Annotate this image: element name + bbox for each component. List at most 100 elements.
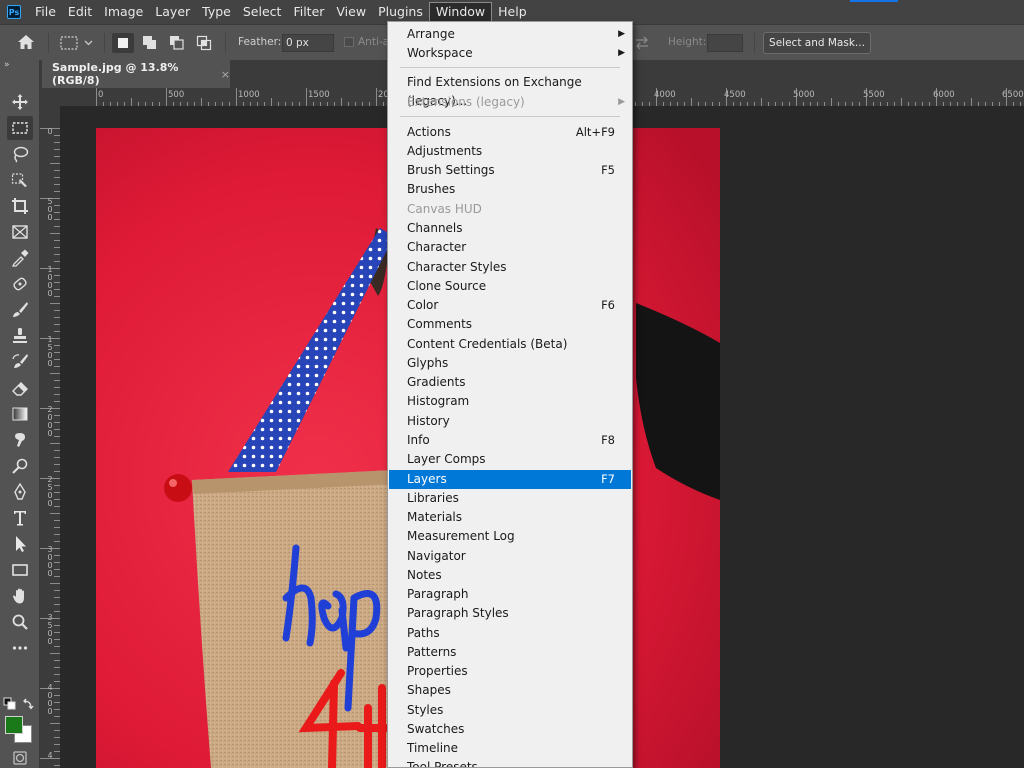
menu-item-content-credentials[interactable]: Content Credentials (Beta) (389, 335, 631, 354)
menu-item-history[interactable]: History (389, 412, 631, 431)
lasso-tool-icon[interactable] (7, 142, 33, 166)
menu-item-glyphs[interactable]: Glyphs (389, 354, 631, 373)
home-icon[interactable] (16, 33, 40, 53)
menu-item-notes[interactable]: Notes (389, 566, 631, 585)
brush-tool-icon[interactable] (7, 298, 33, 322)
frame-tool-icon[interactable] (7, 220, 33, 244)
menu-item-actions[interactable]: Actions Alt+F9 (389, 123, 631, 142)
subtract-from-selection-icon[interactable] (166, 33, 188, 53)
menu-item-color[interactable]: Color F6 (389, 296, 631, 315)
menu-item-arrange[interactable]: Arrange ▶ (389, 25, 631, 44)
menu-item-shapes[interactable]: Shapes (389, 681, 631, 700)
default-colors-icon[interactable] (3, 696, 17, 710)
menu-file[interactable]: File (29, 2, 62, 22)
intersect-selection-icon[interactable] (193, 33, 215, 53)
menu-item-paragraph-styles[interactable]: Paragraph Styles (389, 604, 631, 623)
move-tool-icon[interactable] (7, 90, 33, 114)
history-brush-tool-icon[interactable] (7, 350, 33, 374)
swap-colors-icon[interactable] (21, 696, 35, 710)
menu-item-label: Timeline (407, 741, 459, 755)
menu-item-paragraph[interactable]: Paragraph (389, 585, 631, 604)
menu-item-brushes[interactable]: Brushes (389, 180, 631, 199)
hand-tool-icon[interactable] (7, 584, 33, 608)
menu-item-character-styles[interactable]: Character Styles (389, 258, 631, 277)
feather-input[interactable]: 0 px (282, 34, 334, 52)
zoom-tool-icon[interactable] (7, 610, 33, 634)
photoshop-logo-icon[interactable]: Ps (7, 5, 21, 19)
menu-item-label: Brush Settings (407, 163, 495, 177)
menu-item-label: Paragraph Styles (407, 606, 509, 620)
gradient-tool-icon[interactable] (7, 402, 33, 426)
pen-tool-icon[interactable] (7, 480, 33, 504)
menu-image[interactable]: Image (98, 2, 149, 22)
crop-tool-icon[interactable] (7, 194, 33, 218)
menu-item-patterns[interactable]: Patterns (389, 643, 631, 662)
menu-item-channels[interactable]: Channels (389, 219, 631, 238)
ruler-label: 1000 (238, 90, 260, 100)
menu-item-shortcut: F6 (601, 298, 615, 312)
spot-healing-brush-tool-icon[interactable] (7, 272, 33, 296)
menu-item-timeline[interactable]: Timeline (389, 739, 631, 758)
menu-item-adjustments[interactable]: Adjustments (389, 142, 631, 161)
eyedropper-tool-icon[interactable] (7, 246, 33, 270)
menu-item-layers[interactable]: Layers F7 (389, 470, 631, 489)
select-and-mask-button[interactable]: Select and Mask... (763, 32, 871, 54)
close-icon[interactable]: × (221, 68, 230, 81)
menu-item-info[interactable]: Info F8 (389, 431, 631, 450)
collapse-toolbar-icon[interactable]: » (4, 60, 10, 70)
dodge-tool-icon[interactable] (7, 454, 33, 478)
anti-alias-checkbox[interactable] (344, 37, 354, 47)
menu-item-libraries[interactable]: Libraries (389, 489, 631, 508)
type-tool-icon[interactable] (7, 506, 33, 530)
object-selection-tool-icon[interactable] (7, 168, 33, 192)
menu-item-character[interactable]: Character (389, 238, 631, 257)
swap-width-height-icon[interactable] (632, 35, 652, 51)
more-tools-icon[interactable] (7, 636, 33, 660)
menu-item-comments[interactable]: Comments (389, 315, 631, 334)
eraser-tool-icon[interactable] (7, 376, 33, 400)
menu-item-label: Tool Presets (407, 760, 478, 768)
menu-item-workspace[interactable]: Workspace ▶ (389, 44, 631, 63)
menu-view[interactable]: View (330, 2, 372, 22)
smudge-tool-icon[interactable] (7, 428, 33, 452)
menu-item-gradients[interactable]: Gradients (389, 373, 631, 392)
menu-item-styles[interactable]: Styles (389, 701, 631, 720)
tool-preset-picker[interactable] (58, 33, 98, 53)
height-input[interactable] (707, 34, 743, 52)
menu-item-layer-comps[interactable]: Layer Comps (389, 450, 631, 469)
path-selection-tool-icon[interactable] (7, 532, 33, 556)
menu-filter[interactable]: Filter (287, 2, 330, 22)
new-selection-icon[interactable] (112, 33, 134, 53)
menu-select[interactable]: Select (237, 2, 288, 22)
menu-help[interactable]: Help (492, 2, 533, 22)
clone-stamp-tool-icon[interactable] (7, 324, 33, 348)
menu-layer[interactable]: Layer (149, 2, 196, 22)
menu-item-label: Properties (407, 664, 468, 678)
menu-item-histogram[interactable]: Histogram (389, 392, 631, 411)
add-to-selection-icon[interactable] (139, 33, 161, 53)
ruler-origin[interactable] (40, 88, 60, 106)
menu-item-find-extensions[interactable]: Find Extensions on Exchange (legacy)... (389, 73, 631, 108)
menu-item-clone-source[interactable]: Clone Source (389, 277, 631, 296)
vertical-ruler[interactable]: 0 500 1000 1500 2000 2500 3000 3500 4000… (40, 106, 60, 768)
menu-type[interactable]: Type (196, 2, 237, 22)
document-tab[interactable]: Sample.jpg @ 13.8% (RGB/8) × (42, 60, 230, 88)
menu-edit[interactable]: Edit (62, 2, 98, 22)
menu-plugins[interactable]: Plugins (372, 2, 429, 22)
menu-window[interactable]: Window (428, 2, 493, 22)
menu-item-measurement-log[interactable]: Measurement Log (389, 527, 631, 546)
menu-item-paths[interactable]: Paths (389, 624, 631, 643)
ruler-label: 4 (47, 751, 53, 760)
menu-item-tool-presets[interactable]: Tool Presets (389, 758, 631, 768)
menu-item-navigator[interactable]: Navigator (389, 547, 631, 566)
foreground-color-swatch[interactable] (5, 716, 23, 734)
menu-item-materials[interactable]: Materials (389, 508, 631, 527)
ruler-label: 1500 (308, 90, 330, 100)
menu-item-swatches[interactable]: Swatches (389, 720, 631, 739)
rectangle-tool-icon[interactable] (7, 558, 33, 582)
rectangular-marquee-tool-icon[interactable] (7, 116, 33, 140)
menu-item-brush-settings[interactable]: Brush Settings F5 (389, 161, 631, 180)
menu-item-properties[interactable]: Properties (389, 662, 631, 681)
quick-mask-icon[interactable] (7, 746, 33, 768)
menu-item-label: Channels (407, 221, 463, 235)
